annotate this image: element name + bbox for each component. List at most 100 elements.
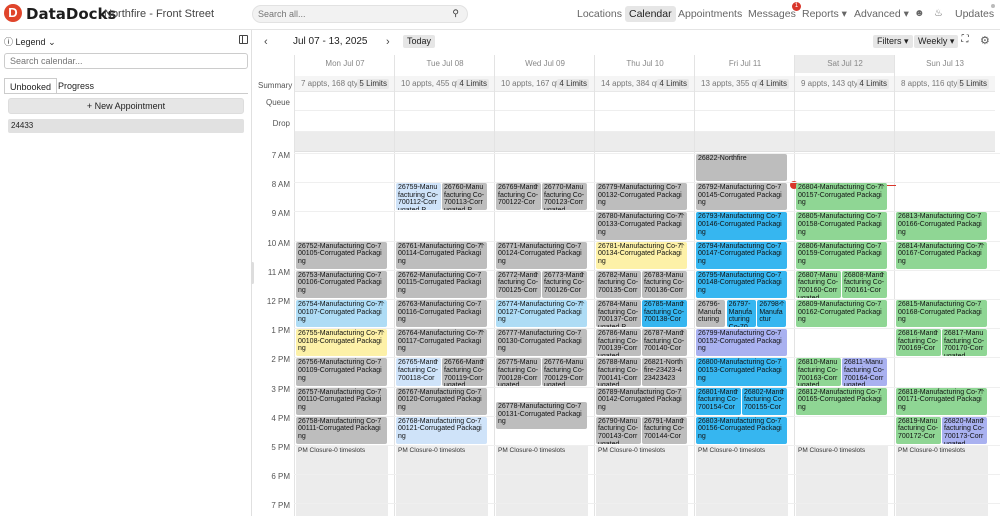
appointment-card[interactable]: 26802-Manufacturing Co-700155-Cor 🡡 — [742, 387, 787, 415]
appointment-card[interactable]: 26769-Manufacturing Co-700122-Cor 🡡 — [496, 183, 541, 211]
queue-zone[interactable] — [295, 92, 395, 111]
appointment-card[interactable]: 26814-Manufacturing Co-700167-Corrugated… — [896, 241, 987, 269]
gear-icon[interactable]: ⚙ — [980, 34, 990, 47]
search-icon[interactable]: ⚲ — [452, 8, 459, 19]
appointment-card[interactable]: 26778-Manufacturing Co-700131-Corrugated… — [496, 402, 587, 430]
appointment-card[interactable]: 26801-Manufacturing Co-700154-Cor 🡡 — [696, 387, 741, 415]
appointment-card[interactable]: 26817-Manufacturing Co-700170-Corrugated — [942, 329, 987, 357]
drop-zone[interactable] — [895, 111, 995, 132]
appointment-card[interactable]: 26768-Manufacturing Co-700121-Corrugated… — [396, 416, 487, 444]
appointment-card[interactable]: 26772-Manufacturing Co-700125-Corr 🡡 — [496, 270, 541, 298]
appointment-card[interactable]: 26775-Manufacturing Co-700128-Corrugated — [496, 358, 541, 386]
nav-reports[interactable]: Reports ▾ — [802, 8, 847, 20]
appointment-card[interactable]: 26806-Manufacturing Co-700159-Corrugated… — [796, 241, 887, 269]
appointment-card[interactable]: 26767-Manufacturing Co-700120-Corrugated… — [396, 387, 487, 415]
appointment-card[interactable]: 26797-Manufacturing Co-70 — [726, 300, 756, 328]
user-icon[interactable]: ☻ — [914, 8, 925, 19]
appointment-card[interactable]: 26816-Manufacturing Co-700169-Cor 🡡 — [896, 329, 941, 357]
day-header[interactable]: Tue Jul 08 — [395, 55, 495, 73]
all-day-zone[interactable] — [495, 132, 595, 152]
appointment-card[interactable]: 26754-Manufacturing Co-700107-Corrugated… — [296, 300, 387, 328]
legend-toggle[interactable]: ⓘ Legend ⌄ — [4, 35, 56, 48]
queue-zone[interactable] — [695, 92, 795, 111]
drop-zone[interactable] — [695, 111, 795, 132]
calendar-search-input[interactable] — [4, 53, 248, 69]
appointment-card[interactable]: 26812-Manufacturing Co-700165-Corrugated… — [796, 387, 887, 415]
appointment-card[interactable]: 26779-Manufacturing Co-700132-Corrugated… — [596, 183, 687, 211]
appointment-card[interactable]: 26791-Manufacturing Co-700144-Cor 🡡 — [642, 416, 687, 444]
location-name[interactable]: Northfire - Front Street — [104, 8, 214, 20]
appointment-card[interactable]: 26792-Manufacturing Co-700145-Corrugated… — [696, 183, 787, 211]
appointment-card[interactable]: 26781-Manufacturing Co-700134-Corrugated… — [596, 241, 687, 269]
day-header[interactable]: Fri Jul 11 — [695, 55, 795, 73]
appointment-card[interactable]: 26786-Manufacturing Co-700139-Corrugated — [596, 329, 641, 357]
day-header[interactable]: Wed Jul 09 — [495, 55, 595, 73]
appointment-card[interactable]: 26822-Northfire — [696, 154, 787, 182]
all-day-zone[interactable] — [595, 132, 695, 152]
appointment-card[interactable]: 26813-Manufacturing Co-700166-Corrugated… — [896, 212, 987, 240]
drop-zone[interactable] — [495, 111, 595, 132]
nav-locations[interactable]: Locations — [577, 8, 622, 20]
appointment-card[interactable]: 26807-Manufacturing Co-700160-Corrugated — [796, 270, 841, 298]
nav-advanced[interactable]: Advanced ▾ — [854, 8, 909, 20]
global-search-input[interactable] — [253, 6, 433, 22]
all-day-zone[interactable] — [395, 132, 495, 152]
appointment-card[interactable]: 26793-Manufacturing Co-700146-Corrugated… — [696, 212, 787, 240]
appointment-card[interactable]: 26808-Manufacturing Co-700161-Cor 🡡 — [842, 270, 887, 298]
appointment-card[interactable]: 26758-Manufacturing Co-700111-Corrugated… — [296, 416, 387, 444]
all-day-zone[interactable] — [695, 132, 795, 152]
prev-week-icon[interactable]: ‹ — [264, 36, 268, 48]
limits-badge[interactable]: 4 Limits — [857, 79, 889, 89]
appointment-card[interactable]: 26785-Manufacturing Co-700138-Cor 🡡 — [642, 300, 687, 328]
appointment-card[interactable]: 26799-Manufacturing Co-700152-Corrugated… — [696, 329, 787, 357]
queue-zone[interactable] — [495, 92, 595, 111]
nav-appointments[interactable]: Appointments — [678, 8, 742, 20]
appointment-card[interactable]: 26784-Manufacturing Co-700137-Corrugated… — [596, 300, 641, 328]
appointment-card[interactable]: 26756-Manufacturing Co-700109-Corrugated… — [296, 358, 387, 386]
limits-badge[interactable]: 4 Limits — [657, 79, 689, 89]
appointment-card[interactable]: 26774-Manufacturing Co-700127-Corrugated… — [496, 300, 587, 328]
appointment-card[interactable]: 26803-Manufacturing Co-700156-Corrugated… — [696, 416, 787, 444]
queue-zone[interactable] — [595, 92, 695, 111]
appointment-card[interactable]: 26805-Manufacturing Co-700158-Corrugated… — [796, 212, 887, 240]
queue-zone[interactable] — [395, 92, 495, 111]
sidebar-collapse-icon[interactable] — [239, 35, 248, 44]
appointment-card[interactable]: 26789-Manufacturing Co-700142-Corrugated… — [596, 387, 687, 415]
queue-zone[interactable] — [795, 92, 895, 111]
appointment-card[interactable]: 26794-Manufacturing Co-700147-Corrugated… — [696, 241, 787, 269]
all-day-zone[interactable] — [295, 132, 395, 152]
new-appointment-button[interactable]: + New Appointment — [8, 98, 244, 114]
appointment-card[interactable]: 26818-Manufacturing Co-700171-Corrugated… — [896, 387, 987, 415]
limits-badge[interactable]: 5 Limits — [357, 79, 389, 89]
limits-badge[interactable]: 4 Limits — [757, 79, 789, 89]
appointment-card[interactable]: 26821-Northfire-23423-423423423Purchase — [642, 358, 687, 386]
appointment-card[interactable]: 26798-Manufactur 🡡 — [757, 300, 787, 328]
view-select[interactable]: Weekly ▾ — [914, 35, 959, 48]
appointment-card[interactable]: 26810-Manufacturing Co-700163-Corrugated — [796, 358, 841, 386]
appointment-card[interactable]: 26811-Manufacturing Co-700164-Corrugated — [842, 358, 887, 386]
appointment-card[interactable]: 26788-Manufacturing Co-700141-Corrugated — [596, 358, 641, 386]
nav-calendar[interactable]: Calendar — [625, 6, 676, 22]
appointment-card[interactable]: 26780-Manufacturing Co-700133-Corrugated… — [596, 212, 687, 240]
appointment-card[interactable]: 26800-Manufacturing Co-700153-Corrugated… — [696, 358, 787, 386]
queue-zone[interactable] — [895, 92, 995, 111]
appointment-card[interactable]: 26766-Manufacturing Co-700119-Corrugated… — [442, 358, 487, 386]
unbooked-item[interactable]: 24433 — [8, 119, 244, 133]
appointment-card[interactable]: 26761-Manufacturing Co-700114-Corrugated… — [396, 241, 487, 269]
appointment-card[interactable]: 26770-Manufacturing Co-700123-Corrugated — [542, 183, 587, 211]
appointment-card[interactable]: 26771-Manufacturing Co-700124-Corrugated… — [496, 241, 587, 269]
brand-name[interactable]: DataDocks — [26, 5, 116, 23]
nav-messages[interactable]: Messages — [748, 8, 796, 20]
limits-badge[interactable]: 4 Limits — [457, 79, 489, 89]
appointment-card[interactable]: 26759-Manufacturing Co-700112-Corrugated… — [396, 183, 441, 211]
appointment-card[interactable]: 26819-Manufacturing Co-700172-Cor — [896, 416, 941, 444]
fullscreen-icon[interactable]: ⛶ — [960, 35, 970, 45]
appointment-card[interactable]: 26776-Manufacturing Co-700129-Corrugated — [542, 358, 587, 386]
today-button[interactable]: Today — [403, 35, 436, 48]
appointment-card[interactable]: 26765-Manufacturing Co-700118-Cor 🡡 — [396, 358, 441, 386]
appointment-card[interactable]: 26815-Manufacturing Co-700168-Corrugated… — [896, 300, 987, 328]
appointment-card[interactable]: 26763-Manufacturing Co-700116-Corrugated… — [396, 300, 487, 328]
appointment-card[interactable]: 26777-Manufacturing Co-700130-Corrugated… — [496, 329, 587, 357]
appointment-card[interactable]: 26796-Manufacturing — [696, 300, 726, 328]
drop-zone[interactable] — [795, 111, 895, 132]
